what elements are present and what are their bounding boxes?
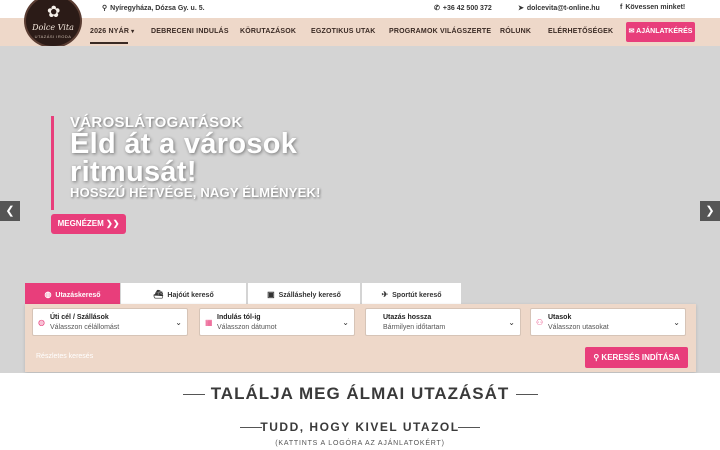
- start-search-button[interactable]: ⚲ KERESÉS INDÍTÁSA: [585, 347, 688, 368]
- duration-value: Bármilyen időtartam: [383, 324, 446, 331]
- slider-prev-arrow-icon[interactable]: ❮: [0, 201, 20, 221]
- nav-item-exotic-trips[interactable]: EGZOTIKUS UTAK: [311, 28, 376, 35]
- travelers-select[interactable]: ⚇ Utasok Válasszon utasokat ⌄: [530, 308, 686, 336]
- quote-request-button[interactable]: ✉ AJÁNLATKÉRÉS: [626, 22, 695, 42]
- facebook-icon: f: [620, 4, 623, 11]
- search-panel: ◍ Úti cél / Szállások Válasszon célállom…: [25, 304, 696, 372]
- hero-cta-button[interactable]: MEGNÉZEM ❯❯: [51, 214, 126, 234]
- address-label: Nyíregyháza, Dózsa Gy. u. 5.: [110, 5, 205, 12]
- destination-value: Válasszon célállomást: [50, 324, 120, 331]
- phone-icon: ✆: [434, 5, 440, 12]
- phone-label: +36 42 500 372: [442, 5, 492, 12]
- main-navigation: 2026 NYÁR ▾ DEBRECENI INDULÁS KÖRUTAZÁSOK…: [0, 18, 720, 46]
- top-info-bar: ⚲ Nyíregyháza, Dózsa Gy. u. 5. ✆ +36 42 50…: [0, 0, 720, 18]
- departure-date-select[interactable]: ▦ Indulás tól-ig Válasszon dátumot ⌄: [199, 308, 355, 336]
- nav-item-about[interactable]: RÓLUNK: [500, 28, 531, 35]
- section-note: (KATTINTS A LOGÓRA AZ AJÁNLATOKÉRT): [275, 440, 445, 447]
- calendar-icon: ▦: [205, 318, 213, 327]
- slider-next-arrow-icon[interactable]: ❯: [700, 201, 720, 221]
- globe-icon: ◍: [38, 318, 45, 327]
- hero-subline: HOSSZÚ HÉTVÉGE, NAGY ÉLMÉNYEK!: [70, 185, 321, 200]
- runner-icon: ✈: [381, 290, 389, 299]
- section-subtitle: TUDD, HOGY KIVEL UTAZOL: [260, 420, 460, 434]
- detailed-search-link[interactable]: Részletes keresés: [36, 353, 93, 360]
- hotel-icon: ▣: [267, 290, 275, 299]
- nav-item-round-trips[interactable]: KÖRUTAZÁSOK: [240, 28, 296, 35]
- travelers-label: Utasok: [548, 314, 572, 321]
- follow-link[interactable]: f Kövessen minket!: [620, 4, 685, 11]
- departure-date-label: Indulás tól-ig: [217, 314, 261, 321]
- logo-name: Dolce Vita: [32, 23, 74, 32]
- destination-label: Úti cél / Szállások: [50, 314, 109, 321]
- phone-link[interactable]: ✆ +36 42 500 372: [434, 4, 492, 12]
- chevron-down-icon: ⌄: [508, 318, 515, 327]
- duration-label: Utazás hossza: [383, 314, 432, 321]
- address-text: ⚲ Nyíregyháza, Dózsa Gy. u. 5.: [102, 4, 205, 12]
- globe-icon: ◍: [44, 290, 52, 299]
- users-icon: ⚇: [536, 318, 544, 327]
- map-pin-icon: ⚲: [102, 5, 108, 12]
- nav-item-programs[interactable]: PROGRAMOK VILÁGSZERTE: [389, 28, 491, 35]
- flower-icon: ✿: [47, 4, 61, 21]
- hero-accent-bar: [51, 116, 54, 210]
- chevron-down-icon: ⌄: [673, 318, 680, 327]
- duration-select[interactable]: Utazás hossza Bármilyen időtartam ⌄: [365, 308, 521, 336]
- chevron-down-icon: ▾: [131, 29, 135, 35]
- travelers-value: Válasszon utasokat: [548, 324, 609, 331]
- email-link[interactable]: ➤ dolcevita@t-online.hu: [518, 4, 600, 12]
- chevron-down-icon: ⌄: [175, 318, 182, 327]
- destination-select[interactable]: ◍ Úti cél / Szállások Válasszon célállom…: [32, 308, 188, 336]
- email-label: dolcevita@t-online.hu: [526, 5, 600, 12]
- paper-plane-icon: ➤: [518, 5, 524, 12]
- nav-item-2026-summer[interactable]: 2026 NYÁR ▾: [90, 28, 135, 44]
- envelope-icon: ✉: [628, 28, 637, 35]
- nav-item-contacts[interactable]: ELÉRHETŐSÉGEK: [548, 28, 613, 35]
- ship-icon: ⛴: [153, 290, 164, 299]
- nav-item-debrecen-departure[interactable]: DEBRECENI INDULÁS: [151, 28, 229, 35]
- follow-label: Kövessen minket!: [625, 4, 686, 11]
- chevron-down-icon: ⌄: [342, 318, 349, 327]
- hero-headline: Éld át a városok ritmusát!: [70, 128, 298, 188]
- departure-date-value: Válasszon dátumot: [217, 324, 277, 331]
- intro-section: TALÁLJA MEG ÁLMAI UTAZÁSÁT TUDD, HOGY KI…: [0, 373, 720, 450]
- logo-subtitle: UTAZÁSI IRODA: [34, 34, 72, 39]
- section-title: TALÁLJA MEG ÁLMAI UTAZÁSÁT: [210, 384, 510, 403]
